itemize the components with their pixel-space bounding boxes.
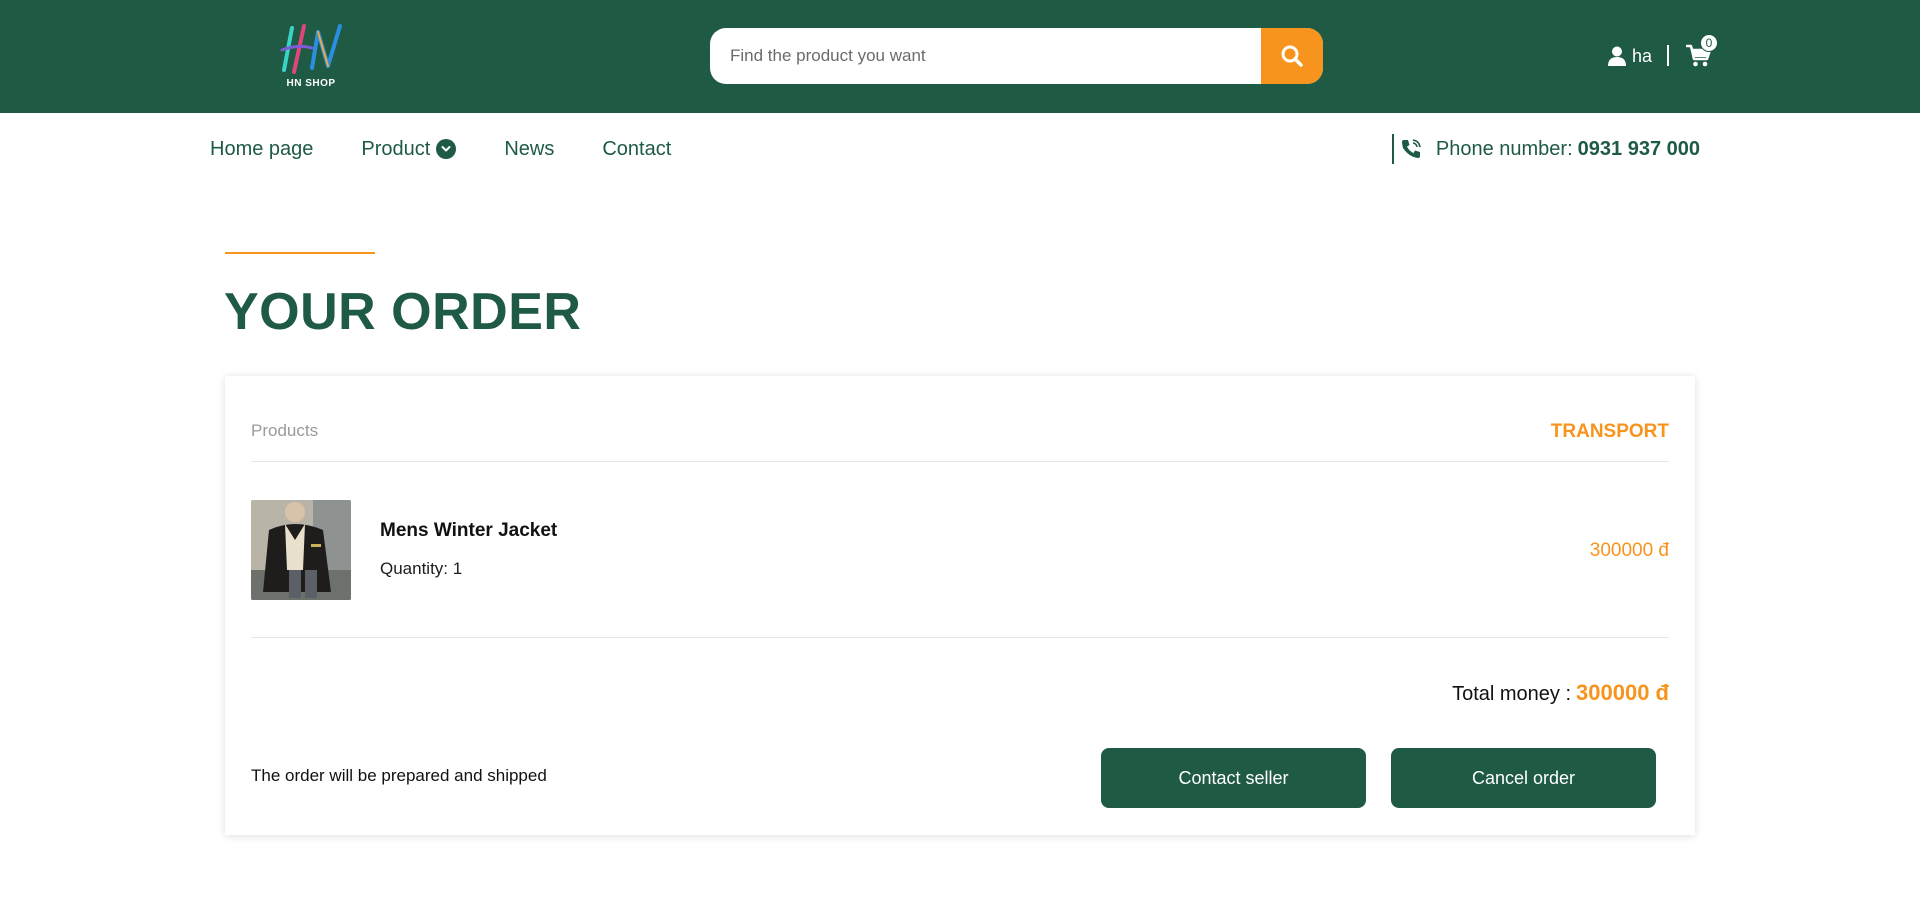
user-account[interactable]: ha [1608,44,1652,68]
phone-divider [1391,134,1394,164]
nav-item-label: Contact [602,137,672,160]
total-label: Total money : [1452,683,1572,705]
shop-logo[interactable]: HN SHOP [278,22,358,92]
nav-item-label: News [504,137,555,160]
total-value: 300000 đ [1576,680,1669,705]
nav-item-label: Product [361,137,431,160]
phone-icon [1400,138,1422,160]
order-card: Products TRANSPORT Mens Winter Jacket Qu… [225,376,1695,835]
order-status-header: TRANSPORT [1550,421,1669,442]
jacket-photo [251,500,351,600]
main-nav: Home page Product News Contact [210,136,719,162]
header-divider [1667,45,1669,66]
nav-item-news[interactable]: News [504,138,554,161]
order-status-message: The order will be prepared and shipped [251,766,547,785]
search-bar [710,28,1323,84]
divider [251,637,1669,638]
search-input[interactable] [710,28,1260,84]
products-column-header: Products [251,421,319,440]
phone-contact: Phone number: 0931 937 000 [1391,134,1700,164]
user-name: ha [1632,45,1653,66]
product-price: 300000 đ [1589,540,1669,561]
search-icon [1281,45,1303,67]
cart-count-badge: 0 [1700,34,1718,52]
logo-text: HN SHOP [286,78,336,89]
cancel-order-button[interactable]: Cancel order [1391,748,1656,808]
nav-item-home[interactable]: Home page [210,138,313,161]
product-image[interactable] [251,500,351,600]
contact-seller-button[interactable]: Contact seller [1101,748,1366,808]
phone-number[interactable]: 0931 937 000 [1578,138,1700,161]
nav-item-contact[interactable]: Contact [602,138,671,161]
logo-mark [280,24,342,74]
product-quantity: Quantity: 1 [380,559,463,578]
title-accent-line [225,252,375,254]
top-header: HN SHOP ha 0 [0,0,1920,113]
user-icon [1608,46,1626,66]
chevron-down-icon[interactable] [436,139,457,159]
nav-item-label: Home page [210,137,314,160]
divider [251,461,1669,462]
order-total: Total money : 300000 đ [1452,680,1669,706]
search-button[interactable] [1261,28,1323,84]
phone-label: Phone number: [1435,137,1573,160]
page-title: YOUR ORDER [224,283,582,341]
order-card-header: Products TRANSPORT [251,421,1669,445]
nav-item-product[interactable]: Product [361,137,457,161]
product-name[interactable]: Mens Winter Jacket [380,520,557,542]
